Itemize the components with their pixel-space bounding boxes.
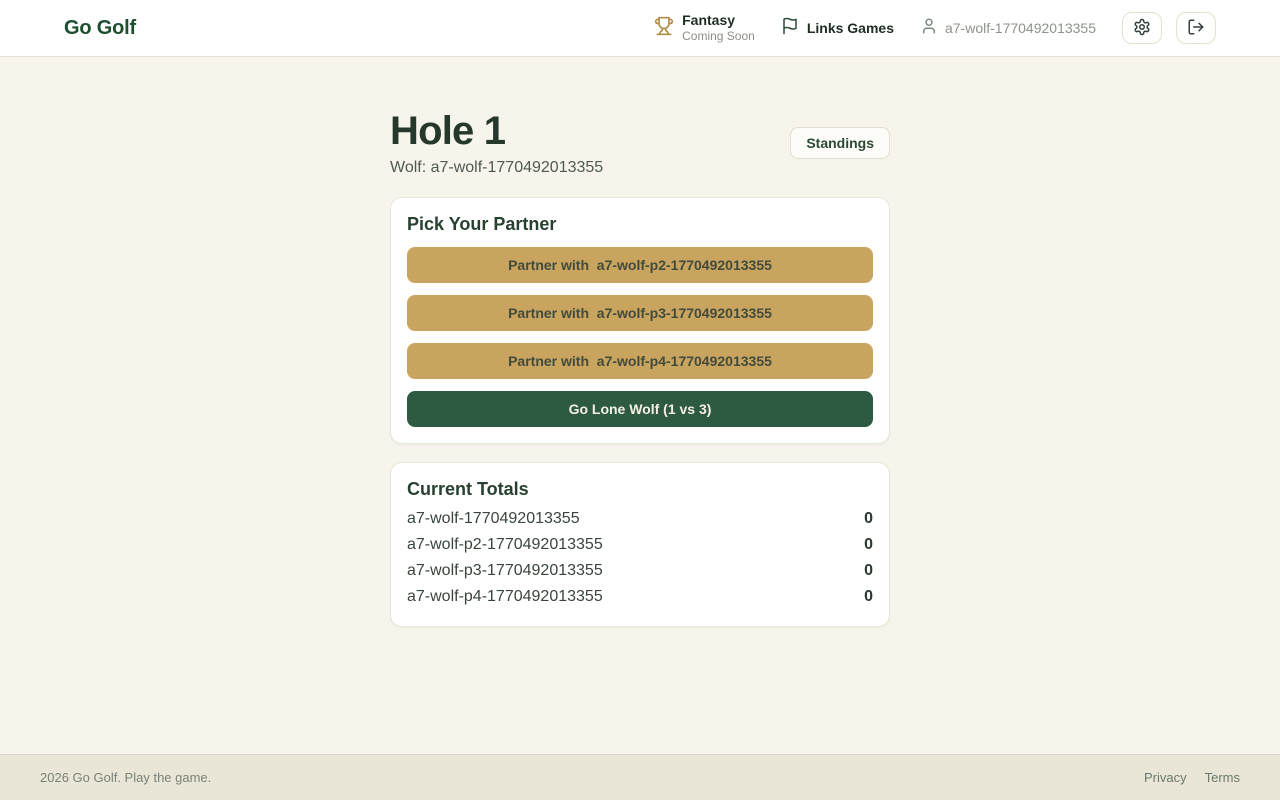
logout-icon — [1187, 18, 1205, 39]
settings-button[interactable] — [1122, 12, 1162, 44]
app-footer: 2026 Go Golf. Play the game. Privacy Ter… — [0, 754, 1280, 800]
pick-partner-card: Pick Your Partner Partner with a7-wolf-p… — [390, 197, 890, 444]
nav-fantasy-label: Fantasy — [682, 12, 755, 29]
totals-player-score: 0 — [864, 510, 873, 528]
username-label: a7-wolf-1770492013355 — [945, 20, 1096, 36]
user-icon — [920, 17, 938, 40]
nav-item-fantasy[interactable]: Fantasy Coming Soon — [654, 12, 755, 43]
totals-player-score: 0 — [864, 588, 873, 606]
totals-row: a7-wolf-p2-1770492013355 0 — [407, 532, 873, 558]
page-title: Hole 1 — [390, 109, 603, 153]
header-right: Fantasy Coming Soon Links Games — [654, 12, 1216, 44]
nav-links-games-label: Links Games — [807, 20, 894, 37]
partner-button-p4[interactable]: Partner with a7-wolf-p4-1770492013355 — [407, 343, 873, 379]
totals-list: a7-wolf-1770492013355 0 a7-wolf-p2-17704… — [407, 506, 873, 610]
footer-copyright: 2026 Go Golf. Play the game. — [40, 770, 211, 785]
brand-logo[interactable]: Go Golf — [64, 17, 136, 40]
totals-row: a7-wolf-1770492013355 0 — [407, 506, 873, 532]
totals-player-name: a7-wolf-p2-1770492013355 — [407, 536, 603, 554]
standings-button[interactable]: Standings — [790, 127, 890, 159]
user-chip: a7-wolf-1770492013355 — [920, 17, 1096, 40]
totals-player-score: 0 — [864, 562, 873, 580]
logout-button[interactable] — [1176, 12, 1216, 44]
totals-player-name: a7-wolf-p4-1770492013355 — [407, 588, 603, 606]
title-row: Hole 1 Wolf: a7-wolf-1770492013355 Stand… — [390, 109, 890, 177]
current-totals-card: Current Totals a7-wolf-1770492013355 0 a… — [390, 462, 890, 627]
totals-row: a7-wolf-p3-1770492013355 0 — [407, 558, 873, 584]
footer-links: Privacy Terms — [1144, 770, 1240, 785]
nav-item-links-games[interactable]: Links Games — [781, 17, 894, 40]
privacy-link[interactable]: Privacy — [1144, 770, 1187, 785]
header-inner: Go Golf Fantasy Coming Soon — [64, 0, 1216, 56]
trophy-icon — [654, 16, 674, 41]
wolf-subtitle: Wolf: a7-wolf-1770492013355 — [390, 159, 603, 177]
totals-row: a7-wolf-p4-1770492013355 0 — [407, 584, 873, 610]
terms-link[interactable]: Terms — [1205, 770, 1240, 785]
totals-player-name: a7-wolf-1770492013355 — [407, 510, 580, 528]
totals-player-score: 0 — [864, 536, 873, 554]
gear-icon — [1133, 18, 1151, 39]
app-header: Go Golf Fantasy Coming Soon — [0, 0, 1280, 57]
partner-button-p2[interactable]: Partner with a7-wolf-p2-1770492013355 — [407, 247, 873, 283]
totals-player-name: a7-wolf-p3-1770492013355 — [407, 562, 603, 580]
pick-partner-title: Pick Your Partner — [407, 214, 873, 235]
nav-fantasy-sublabel: Coming Soon — [682, 29, 755, 43]
lone-wolf-button[interactable]: Go Lone Wolf (1 vs 3) — [407, 391, 873, 427]
current-totals-title: Current Totals — [407, 479, 873, 500]
main-content: Hole 1 Wolf: a7-wolf-1770492013355 Stand… — [0, 57, 1280, 754]
partner-button-p3[interactable]: Partner with a7-wolf-p3-1770492013355 — [407, 295, 873, 331]
flag-icon — [781, 17, 799, 40]
